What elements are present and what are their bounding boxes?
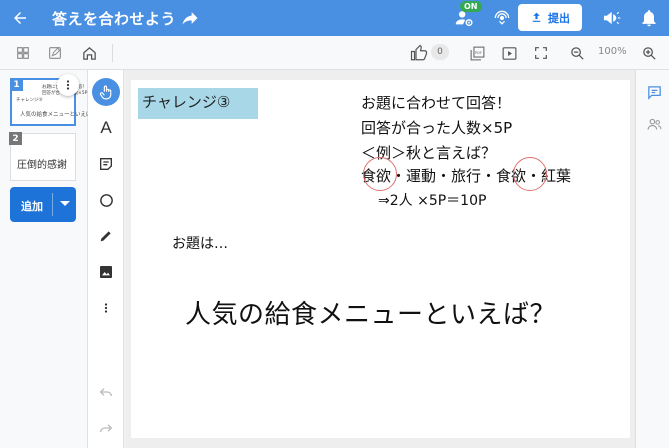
- upload-icon: [532, 12, 541, 22]
- share-arrow-icon[interactable]: [178, 6, 202, 30]
- undo-icon[interactable]: [92, 378, 120, 406]
- instruction-line[interactable]: お題に合わせて回答！: [361, 92, 511, 113]
- broadcast-icon[interactable]: [490, 6, 514, 30]
- slide-thumbnail-2[interactable]: 2 圧倒的感謝: [9, 132, 76, 181]
- more-vert-icon[interactable]: [57, 74, 79, 96]
- page-title: 答えを合わせよう: [52, 10, 177, 28]
- toolbar: PDF: [0, 36, 669, 70]
- pdf-export-icon[interactable]: PDF: [466, 42, 488, 64]
- pen-icon[interactable]: [92, 222, 120, 250]
- home-icon[interactable]: [78, 42, 100, 64]
- example-score[interactable]: ⇒2人 ×5P＝10P: [378, 190, 486, 210]
- fullscreen-icon[interactable]: [530, 42, 552, 64]
- slide-number: 2: [9, 132, 22, 145]
- submit-label: 提出: [548, 11, 570, 25]
- toolbar-divider: [112, 44, 113, 62]
- button-divider: [52, 193, 53, 216]
- pointer-icon[interactable]: [92, 78, 120, 106]
- svg-text:PDF: PDF: [475, 50, 482, 54]
- highlight-circle[interactable]: [513, 157, 547, 191]
- thumbnail-text: チャレンジ③: [16, 98, 43, 103]
- sticky-note-icon[interactable]: [92, 150, 120, 178]
- people-icon[interactable]: [644, 114, 664, 134]
- more-tools-icon[interactable]: [92, 294, 120, 322]
- tool-palette: A: [88, 70, 124, 448]
- zoom-out-icon[interactable]: [566, 42, 588, 64]
- app-bar: 答えを合わせよう ON 提出: [0, 0, 669, 36]
- redo-icon[interactable]: [92, 414, 120, 442]
- zoom-in-icon[interactable]: [638, 42, 660, 64]
- add-slide-button[interactable]: 追加: [10, 187, 76, 222]
- like-count: 0: [431, 44, 449, 60]
- megaphone-icon[interactable]: [600, 6, 624, 30]
- thumbnail-text: 人気の給食メニューといえば？: [20, 112, 98, 118]
- submit-button[interactable]: 提出: [518, 4, 582, 31]
- comment-icon[interactable]: [644, 82, 664, 102]
- thumbs-up-icon[interactable]: [408, 42, 430, 64]
- zoom-level: 100%: [598, 46, 627, 57]
- image-icon[interactable]: [92, 258, 120, 286]
- highlight-circle[interactable]: [363, 157, 397, 191]
- bell-icon[interactable]: [637, 6, 661, 30]
- edit-slide-icon[interactable]: [44, 42, 66, 64]
- app-root: 答えを合わせよう ON 提出 PDF 0 100% 1 チャレンジ③ 人気の給食…: [0, 0, 669, 448]
- back-arrow-icon[interactable]: [8, 6, 32, 30]
- question-text[interactable]: 人気の給食メニューといえば？: [185, 294, 556, 331]
- grid-view-icon[interactable]: [12, 42, 34, 64]
- on-badge: ON: [460, 1, 482, 12]
- chevron-down-icon[interactable]: [60, 201, 70, 206]
- slide-list: 1 お題に合わせて回答！ 回答が合った人数×5P チャレンジ③ 人気の給食メニュ…: [0, 70, 97, 448]
- right-rail: [635, 70, 669, 448]
- thumbnail-text: 圧倒的感謝: [17, 160, 67, 171]
- text-icon[interactable]: A: [92, 114, 120, 142]
- slide-number: 1: [10, 78, 23, 91]
- play-slideshow-icon[interactable]: [498, 42, 520, 64]
- circle-shape-icon[interactable]: [92, 186, 120, 214]
- instruction-line[interactable]: 回答が合った人数×5P: [361, 117, 512, 138]
- challenge-tag[interactable]: チャレンジ③: [138, 88, 258, 119]
- topic-lead[interactable]: お題は…: [172, 233, 228, 253]
- add-slide-label: 追加: [21, 200, 43, 213]
